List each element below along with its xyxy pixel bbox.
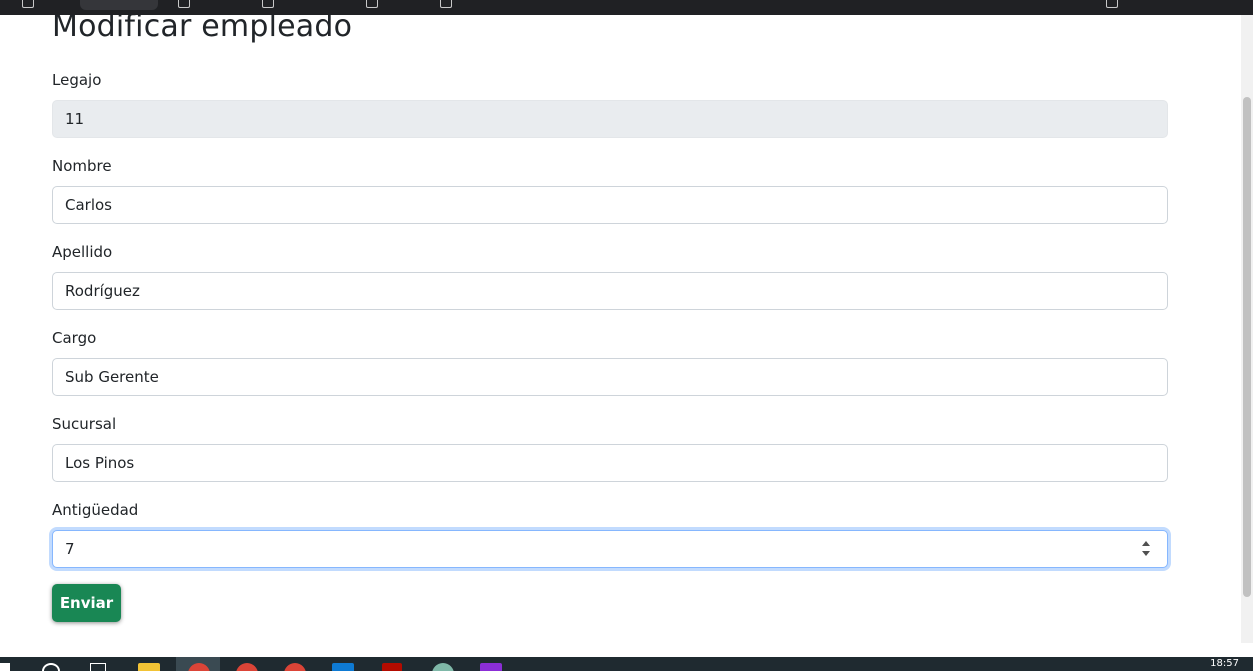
tab-favicon-icon[interactable] [440,0,452,8]
chrome-icon[interactable] [236,663,258,671]
submit-button[interactable]: Enviar [52,584,121,622]
acrobat-icon[interactable] [382,663,402,671]
nombre-field[interactable] [52,186,1168,224]
intellij-icon[interactable] [480,663,502,671]
windows-taskbar: 18:57 [0,657,1253,671]
tab-favicon-icon[interactable] [262,0,274,8]
sucursal-field[interactable] [52,444,1168,482]
cargo-field[interactable] [52,358,1168,396]
cargo-label: Cargo [52,329,97,347]
windows-start-icon[interactable] [0,663,10,671]
antiguedad-field[interactable] [52,530,1168,568]
browser-tab-strip [0,0,1253,15]
search-icon[interactable] [42,663,60,671]
file-explorer-icon[interactable] [138,663,160,671]
task-view-icon[interactable] [90,663,106,671]
tab-favicon-icon[interactable] [22,0,34,8]
active-browser-tab[interactable] [80,0,158,10]
legajo-label: Legajo [52,71,102,89]
chrome-icon[interactable] [284,663,306,671]
apellido-field[interactable] [52,272,1168,310]
nombre-label: Nombre [52,157,112,175]
antiguedad-label: Antigüedad [52,501,139,519]
legajo-field[interactable] [52,100,1168,138]
spin-up-icon[interactable] [1142,541,1150,546]
page-title: Modificar empleado [52,15,353,44]
sucursal-label: Sucursal [52,415,117,433]
tab-favicon-icon[interactable] [366,0,378,8]
page-content: Modificar empleado Legajo Nombre Apellid… [0,15,1241,643]
apellido-label: Apellido [52,243,113,261]
app-icon[interactable] [432,663,454,671]
spin-down-icon[interactable] [1142,551,1150,556]
tab-favicon-icon[interactable] [1106,0,1118,8]
page-scrollbar[interactable] [1241,15,1253,643]
vscode-icon[interactable] [332,663,354,671]
taskbar-clock[interactable]: 18:57 [1210,658,1239,669]
tab-favicon-icon[interactable] [178,0,190,8]
scrollbar-thumb[interactable] [1243,97,1251,597]
number-spinner[interactable] [1139,538,1153,560]
